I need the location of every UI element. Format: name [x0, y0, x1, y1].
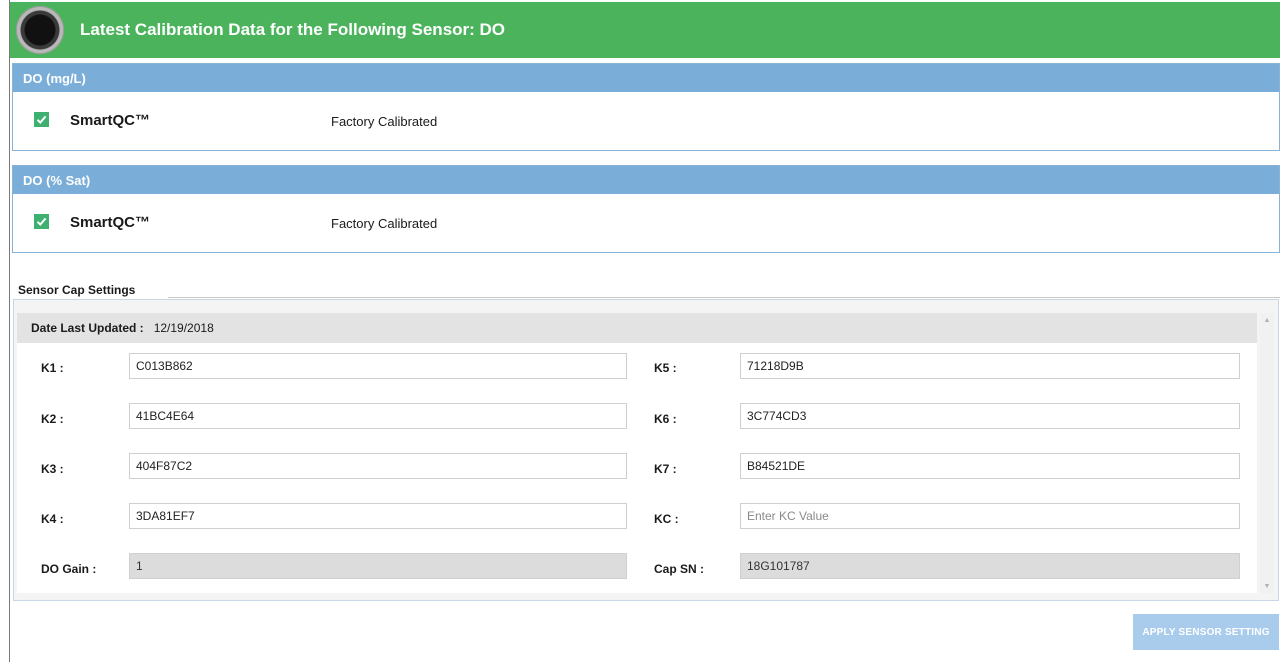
calibration-status: Factory Calibrated	[331, 114, 438, 129]
sensor-cap-settings-panel: Date Last Updated : 12/19/2018 K1 : C013…	[13, 299, 1279, 601]
k3-label: K3 :	[41, 462, 64, 476]
vertical-scrollbar[interactable]: ▲ ▼	[1260, 313, 1274, 593]
k6-input[interactable]: 3C774CD3	[740, 403, 1240, 429]
k7-label: K7 :	[654, 462, 677, 476]
k2-label: K2 :	[41, 412, 64, 426]
k4-label: K4 :	[41, 512, 64, 526]
k6-label: K6 :	[654, 412, 677, 426]
k2-input[interactable]: 41BC4E64	[129, 403, 627, 429]
k5-label: K5 :	[654, 361, 677, 375]
cap-sn-input: 18G101787	[740, 553, 1240, 579]
k7-input[interactable]: B84521DE	[740, 453, 1240, 479]
k1-input[interactable]: C013B862	[129, 353, 627, 379]
k5-input[interactable]: 71218D9B	[740, 353, 1240, 379]
scroll-down-arrow-icon[interactable]: ▼	[1260, 579, 1274, 593]
k3-input[interactable]: 404F87C2	[129, 453, 627, 479]
section-body: SmartQC™ Factory Calibrated	[13, 194, 1279, 252]
section-do-mgl: DO (mg/L) SmartQC™ Factory Calibrated	[12, 63, 1280, 151]
checkbox-checked-icon[interactable]	[34, 112, 49, 127]
divider	[168, 297, 1280, 298]
scroll-up-arrow-icon[interactable]: ▲	[1260, 313, 1274, 327]
do-gain-label: DO Gain :	[41, 562, 97, 576]
kc-label: KC :	[654, 512, 679, 526]
kc-input[interactable]: Enter KC Value	[740, 503, 1240, 529]
date-last-updated-value: 12/19/2018	[153, 321, 214, 335]
sensor-icon	[16, 6, 64, 54]
calibration-status: Factory Calibrated	[331, 216, 438, 231]
checkbox-checked-icon[interactable]	[34, 214, 49, 229]
k4-input[interactable]: 3DA81EF7	[129, 503, 627, 529]
title-bar: Latest Calibration Data for the Followin…	[10, 2, 1280, 58]
window-left-border	[9, 0, 10, 662]
section-header: DO (% Sat)	[13, 166, 1279, 194]
cap-sn-label: Cap SN :	[654, 562, 705, 576]
fields-area: K1 : C013B862 K2 : 41BC4E64 K3 : 404F87C…	[17, 343, 1257, 593]
k1-label: K1 :	[41, 361, 64, 375]
page-title: Latest Calibration Data for the Followin…	[80, 20, 506, 39]
date-last-updated-row: Date Last Updated : 12/19/2018	[17, 313, 1257, 343]
do-gain-input: 1	[129, 553, 627, 579]
apply-sensor-setting-button[interactable]: APPLY SENSOR SETTING	[1133, 614, 1279, 650]
section-body: SmartQC™ Factory Calibrated	[13, 92, 1279, 150]
section-header: DO (mg/L)	[13, 64, 1279, 92]
calibration-method: SmartQC™	[70, 214, 151, 231]
date-last-updated-label: Date Last Updated :	[31, 321, 144, 335]
sensor-cap-settings-title: Sensor Cap Settings	[18, 283, 136, 297]
calibration-method: SmartQC™	[70, 112, 151, 129]
section-do-sat: DO (% Sat) SmartQC™ Factory Calibrated	[12, 165, 1280, 253]
